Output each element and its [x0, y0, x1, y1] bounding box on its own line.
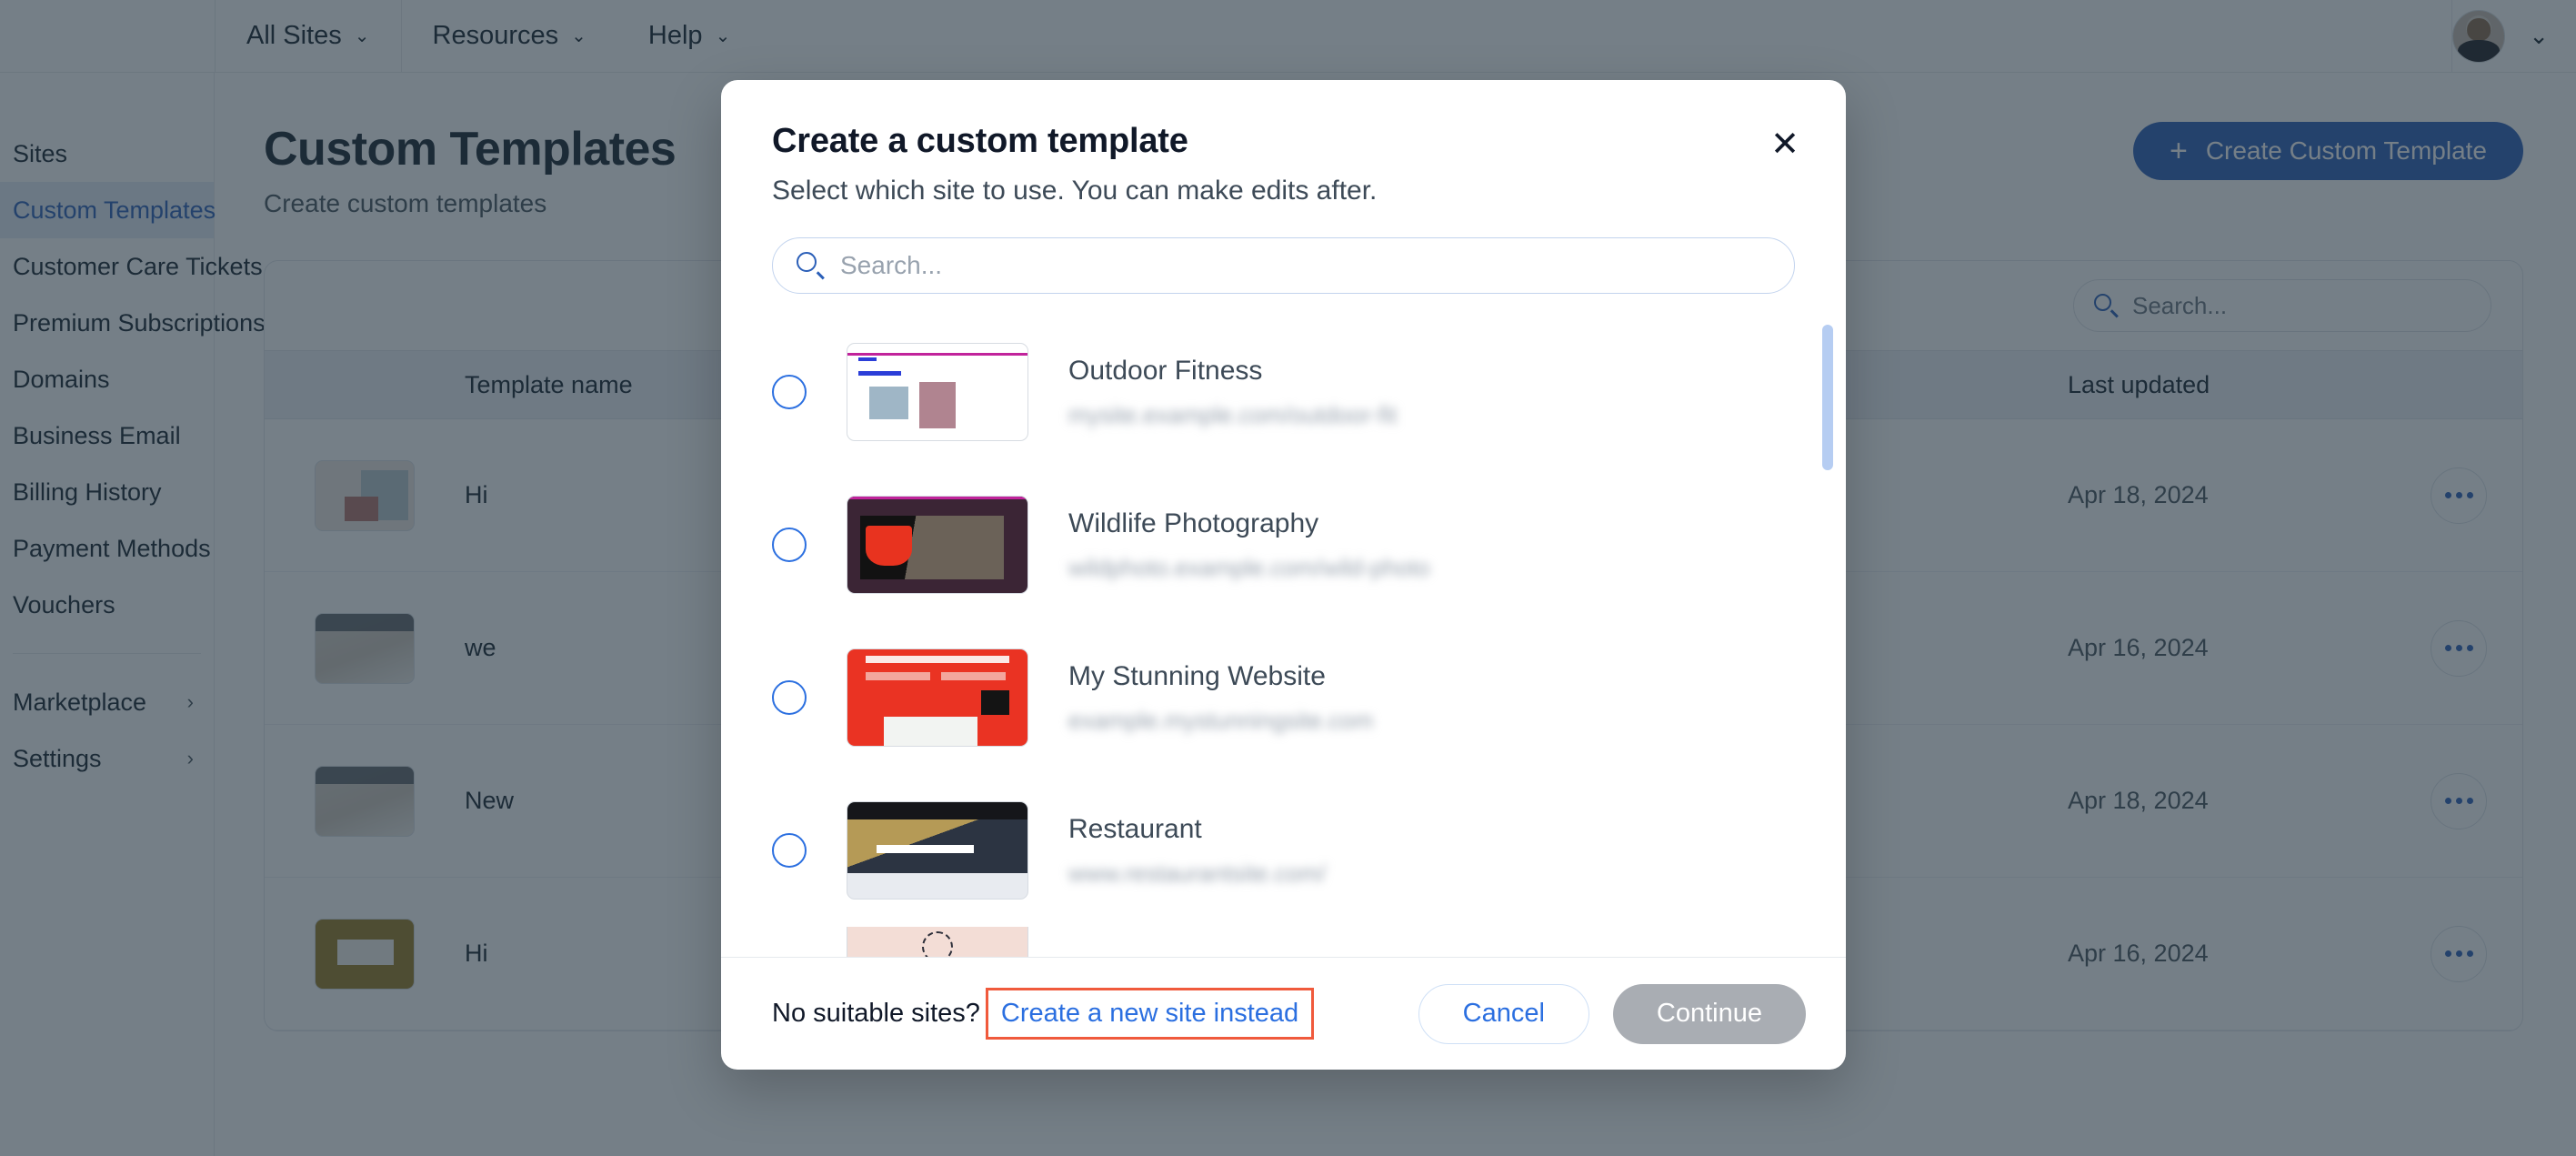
site-name: Restaurant — [1068, 813, 1202, 844]
site-thumbnail — [847, 648, 1028, 747]
site-url: wildphoto.example.com/wild-photo — [1068, 553, 1430, 581]
site-radio-button[interactable] — [772, 528, 807, 562]
site-url: www.restaurantsite.com/ — [1068, 859, 1327, 887]
dialog-subtitle: Select which site to use. You can make e… — [772, 176, 1378, 206]
continue-button[interactable]: Continue — [1612, 983, 1806, 1044]
dialog-title: Create a custom template — [772, 122, 1188, 160]
site-thumbnail — [847, 927, 1028, 957]
screen: All Sites ⌄ Resources ⌄ Help ⌄ ⌄ Sites — [0, 0, 2576, 1156]
site-url: mysite.example.com/outdoor-fit — [1068, 400, 1398, 428]
list-item[interactable]: Restaurant www.restaurantsite.com/ — [772, 774, 1795, 927]
site-list: Outdoor Fitness mysite.example.com/outdo… — [721, 316, 1846, 957]
cancel-button[interactable]: Cancel — [1418, 983, 1589, 1044]
site-search-placeholder: Search... — [840, 251, 943, 279]
dialog-search-wrapper: Search... — [721, 230, 1846, 294]
footer-left: No suitable sites? Create a new site ins… — [772, 988, 1315, 1040]
site-info: Wildlife Photography wildphoto.example.c… — [1068, 508, 1429, 582]
site-list-scrollbar[interactable] — [1822, 325, 1833, 470]
site-info: Restaurant www.restaurantsite.com/ — [1068, 814, 1326, 888]
site-radio-button[interactable] — [772, 375, 807, 409]
site-name: Outdoor Fitness — [1068, 355, 1263, 386]
site-name: My Stunning Website — [1068, 660, 1326, 691]
site-radio-button[interactable] — [772, 680, 807, 715]
site-url: example.mystunningsite.com — [1068, 706, 1374, 734]
site-thumbnail — [847, 496, 1028, 594]
close-icon[interactable]: ✕ — [1760, 120, 1809, 169]
list-item[interactable]: My Stunning Website example.mystunningsi… — [772, 621, 1795, 774]
site-info: My Stunning Website example.mystunningsi… — [1068, 661, 1373, 735]
site-info: Outdoor Fitness mysite.example.com/outdo… — [1068, 356, 1397, 429]
create-custom-template-dialog: Create a custom template Select which si… — [721, 80, 1846, 1070]
dialog-header: Create a custom template Select which si… — [721, 80, 1846, 230]
search-icon — [797, 252, 825, 279]
site-thumbnail — [847, 801, 1028, 900]
no-suitable-sites-label: No suitable sites? — [772, 999, 980, 1028]
list-item[interactable]: Wildlife Photography wildphoto.example.c… — [772, 468, 1795, 621]
site-radio-button[interactable] — [772, 833, 807, 868]
list-item[interactable]: Outdoor Fitness mysite.example.com/outdo… — [772, 316, 1795, 468]
list-item-partial[interactable] — [772, 927, 1795, 957]
create-new-site-link[interactable]: Create a new site instead — [985, 988, 1315, 1040]
site-name: Wildlife Photography — [1068, 508, 1319, 538]
site-search-input[interactable]: Search... — [772, 237, 1795, 294]
footer-actions: Cancel Continue — [1418, 983, 1806, 1044]
site-thumbnail — [847, 343, 1028, 441]
dialog-footer: No suitable sites? Create a new site ins… — [721, 957, 1846, 1070]
